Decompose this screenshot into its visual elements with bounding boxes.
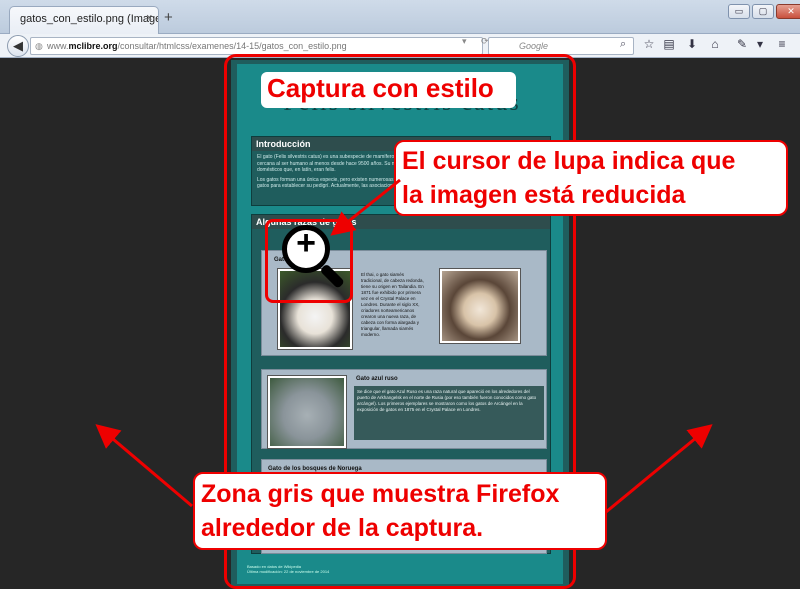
hamburger-menu-icon[interactable]: ≡ [774, 37, 790, 51]
star-icon[interactable]: ☆ [641, 37, 657, 51]
home-icon[interactable]: ⌂ [707, 37, 723, 51]
download-icon[interactable]: ⬇ [684, 37, 700, 51]
url-bar[interactable]: ◍ www.mclibre.org/consultar/htmlcss/exam… [30, 37, 483, 55]
tab-title: gatos_con_estilo.png (Imagen ... [20, 13, 158, 25]
new-tab-button[interactable]: + [164, 9, 173, 26]
annotation-line: Zona gris que muestra Firefox [201, 480, 560, 508]
annotation-line: la imagen está reducida [402, 181, 686, 209]
window-controls: ▭ ▢ ✕ [728, 4, 800, 19]
annotation-line: El cursor de lupa indica que [402, 147, 736, 175]
tab-bar: gatos_con_estilo.png (Imagen ... × + ▭ ▢… [0, 0, 800, 34]
annotation-title: Captura con estilo [261, 72, 516, 108]
close-window-button[interactable]: ✕ [776, 4, 800, 19]
plus-glyph: + [296, 224, 316, 262]
eyedropper-icon[interactable]: ✎ [734, 37, 750, 51]
url-prefix: www. [47, 41, 69, 51]
maximize-button[interactable]: ▢ [752, 4, 774, 19]
chevron-down-icon[interactable]: ▾ [752, 37, 768, 51]
tab-close-icon[interactable]: × [146, 12, 152, 24]
minimize-button[interactable]: ▭ [728, 4, 750, 19]
url-domain: mclibre.org [68, 41, 118, 51]
annotation-gray-zone: Zona gris que muestra Firefox alrededor … [193, 472, 607, 550]
annotation-line: alrededor de la captura. [201, 514, 484, 542]
annotation-zoom: El cursor de lupa indica que la imagen e… [394, 140, 788, 216]
globe-icon: ◍ [35, 41, 43, 51]
browser-tab[interactable]: gatos_con_estilo.png (Imagen ... [9, 6, 159, 34]
url-path: /consultar/htmlcss/examenes/14-15/gatos_… [117, 41, 347, 51]
zoom-in-cursor-icon: + [282, 224, 330, 273]
search-icon[interactable]: ⌕ [620, 38, 626, 51]
search-input[interactable]: Google [488, 37, 634, 55]
back-arrow-icon[interactable]: ◀ [7, 35, 29, 57]
clipboard-icon[interactable]: ▤ [661, 37, 677, 51]
